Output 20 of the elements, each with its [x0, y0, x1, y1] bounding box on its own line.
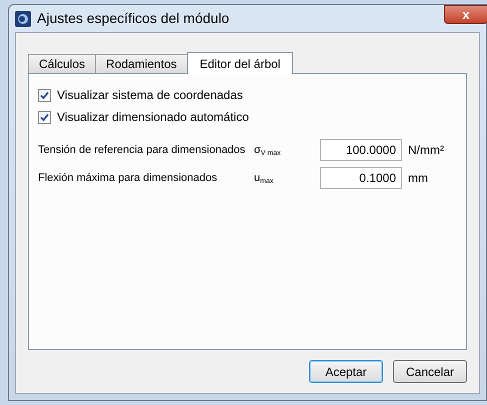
checkbox[interactable] [38, 110, 51, 124]
input-field[interactable]: 100.0000 [320, 139, 402, 161]
unit-label: N/mm² [408, 142, 444, 159]
symbol-label: σ$_{V max}$ [254, 142, 282, 158]
checkbox-label: Visualizar sistema de coordenadas [57, 87, 243, 104]
symbol-label: u$_{max}$ [254, 170, 274, 186]
field-label: Tensión de referencia para dimensionados [38, 142, 246, 158]
app-logo-icon [15, 10, 31, 26]
window-title: Ajustes específicos del módulo [37, 9, 230, 28]
checkbox-label: Visualizar dimensionado automático [57, 109, 249, 126]
input-field[interactable]: 0.1000 [320, 167, 402, 189]
unit-label: mm [408, 170, 428, 187]
tab[interactable]: Editor del árbol [186, 52, 294, 74]
field-label: Flexión máxima para dimensionados [38, 170, 218, 186]
checkbox[interactable] [38, 88, 51, 102]
dialog-button[interactable]: Aceptar [309, 360, 383, 383]
close-button[interactable]: x [444, 5, 487, 24]
tab[interactable]: Rodamientos [95, 54, 188, 73]
tab[interactable]: Cálculos [28, 54, 96, 73]
dialog-button[interactable]: Cancelar [393, 360, 467, 383]
